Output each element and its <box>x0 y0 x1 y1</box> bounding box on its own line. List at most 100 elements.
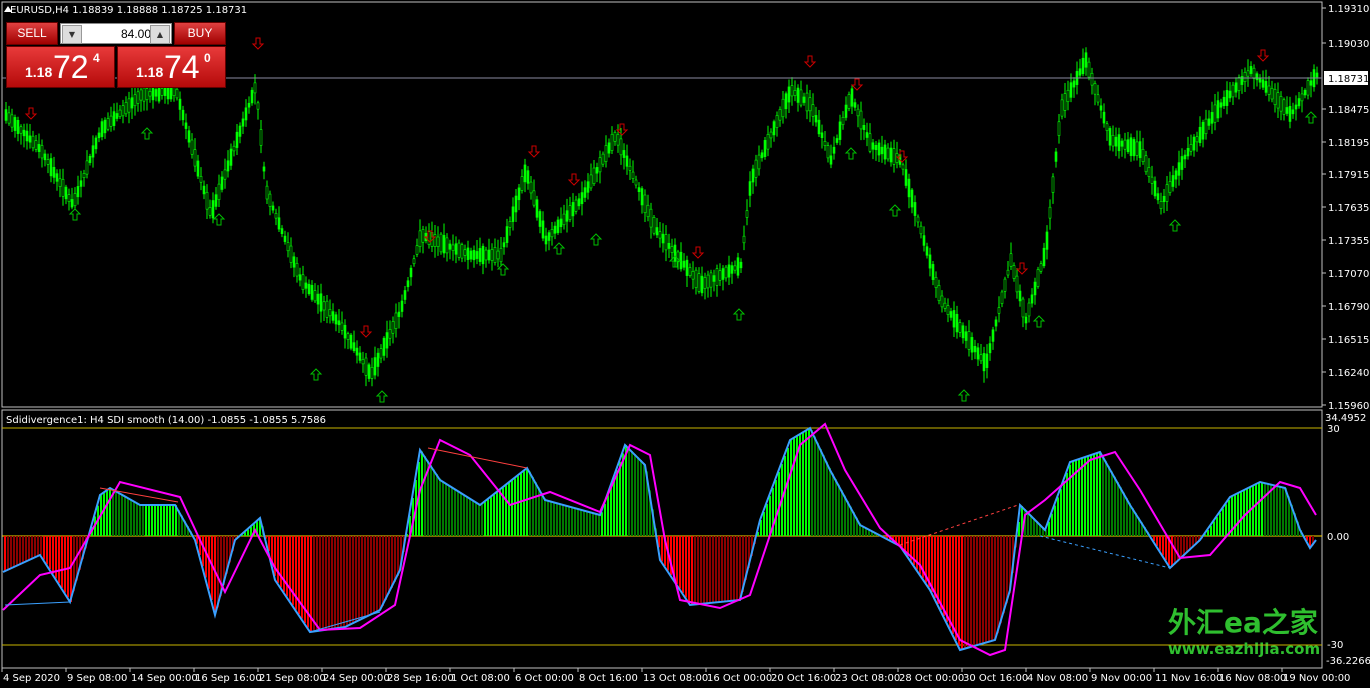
time-tick-label: 28 Sep 16:00 <box>387 673 454 684</box>
histogram-bar <box>553 502 555 536</box>
candle-body <box>97 132 101 139</box>
price-axis: 1.19310 1.19030 1.18475 1.18195 1.17915 1.176… <box>1322 4 1369 412</box>
histogram-bar <box>139 504 141 536</box>
sell-price-button[interactable]: 1.18 72 4 <box>6 46 115 88</box>
candle-body <box>1276 92 1280 109</box>
candle-body <box>1084 52 1088 68</box>
histogram-bar <box>640 460 642 536</box>
candle-body <box>1108 128 1112 146</box>
candle-body <box>319 293 323 312</box>
price-tick-label: 1.17915 <box>1328 170 1369 181</box>
histogram-bar <box>1105 460 1107 536</box>
candle-body <box>1099 105 1103 111</box>
histogram-bar <box>319 536 321 631</box>
histogram-bar <box>1126 497 1128 536</box>
candle-body <box>649 208 653 228</box>
histogram-bar <box>1156 536 1158 546</box>
candle-body <box>226 160 230 172</box>
histogram-bar <box>457 490 459 536</box>
histogram-bar <box>1279 486 1281 536</box>
candle-body <box>1297 98 1301 107</box>
candle-body <box>484 249 488 261</box>
candle-body <box>1303 89 1307 96</box>
candle-body <box>577 198 581 207</box>
candle-body <box>292 256 296 268</box>
buy-price-fraction: 0 <box>204 51 211 65</box>
price-tick-label: 1.16790 <box>1328 302 1369 313</box>
candle-body <box>136 91 140 104</box>
candle-body <box>1174 170 1178 180</box>
histogram-bar <box>931 536 933 592</box>
candle-body <box>223 169 227 180</box>
histogram-bar <box>601 512 603 536</box>
histogram-bar <box>934 536 936 598</box>
lot-decrease-icon[interactable]: ▼ <box>62 25 82 44</box>
histogram-bar <box>22 536 24 564</box>
histogram-bar <box>1111 471 1113 536</box>
histogram-bar <box>346 536 348 627</box>
candle-body <box>793 90 797 96</box>
histogram-bar <box>685 536 687 598</box>
candle-body <box>655 227 659 236</box>
lot-increase-icon[interactable]: ▲ <box>150 25 170 44</box>
histogram-bar <box>1030 515 1032 536</box>
candle-body <box>346 333 350 340</box>
buy-price-pips: 74 <box>164 49 200 85</box>
candle-body <box>913 202 917 216</box>
histogram-bar <box>454 488 456 536</box>
candle-body <box>1072 80 1076 88</box>
candle-body <box>478 248 482 262</box>
candle-body <box>418 230 422 247</box>
candle-body <box>724 266 728 279</box>
candle-body <box>760 152 764 159</box>
histogram-bar <box>1264 482 1266 536</box>
candle-body <box>124 102 128 115</box>
lot-size-input[interactable] <box>83 25 153 42</box>
histogram-bar <box>43 536 45 560</box>
candle-body <box>25 130 29 142</box>
candle-body <box>1138 141 1142 159</box>
histogram-bar <box>469 498 471 536</box>
candle-body <box>946 305 950 315</box>
histogram-bar <box>172 505 174 536</box>
candle-body <box>325 300 329 318</box>
histogram-bar <box>4 536 6 572</box>
histogram-bar <box>721 536 723 602</box>
histogram-bar <box>679 536 681 589</box>
candle-body <box>1273 88 1277 106</box>
candle-body <box>541 220 545 239</box>
candle-body <box>544 235 548 245</box>
histogram-bar <box>28 536 30 561</box>
candle-body <box>550 229 554 238</box>
histogram-bar <box>217 536 219 608</box>
buy-price-button[interactable]: 1.18 74 0 <box>117 46 226 88</box>
candle-body <box>865 132 869 138</box>
indicator-level-high: 30 <box>1327 424 1340 435</box>
candle-body <box>112 111 116 126</box>
histogram-bar <box>529 471 531 536</box>
time-tick-label: 1 Oct 08:00 <box>451 673 510 684</box>
chart-canvas[interactable]: EURUSD,H4 1.18839 1.18888 1.18725 1.1873… <box>0 0 1370 688</box>
histogram-bar <box>169 505 171 536</box>
candle-body <box>271 205 275 211</box>
histogram-bar <box>1057 497 1059 536</box>
candle-body <box>991 329 995 342</box>
candle-body <box>1207 118 1211 126</box>
candle-body <box>1192 136 1196 151</box>
buy-button[interactable]: BUY <box>174 22 226 45</box>
histogram-bar <box>46 536 48 565</box>
price-tick-label: 1.17355 <box>1328 236 1369 247</box>
candle-body <box>295 263 299 277</box>
histogram-bar <box>964 536 966 649</box>
candle-body <box>40 145 44 159</box>
sell-button[interactable]: SELL <box>6 22 58 45</box>
histogram-bar <box>946 536 948 622</box>
time-tick-label: 16 Sep 16:00 <box>195 673 262 684</box>
candle-body <box>637 187 641 193</box>
candle-body <box>76 186 80 198</box>
candle-body <box>1279 96 1283 112</box>
histogram-bar <box>1171 536 1173 568</box>
histogram-bar <box>67 536 69 598</box>
histogram-bar <box>1225 504 1227 536</box>
candle-body <box>382 337 386 356</box>
